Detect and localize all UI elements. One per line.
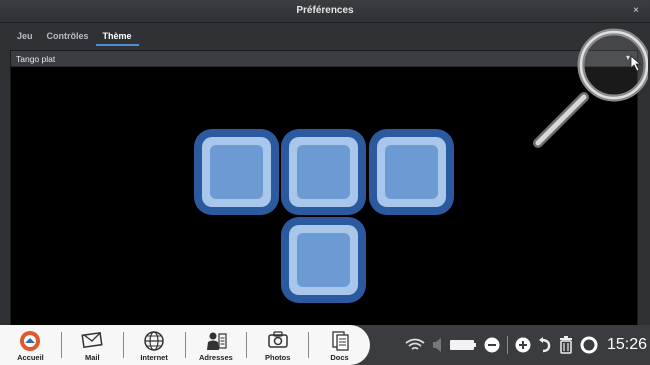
globe-icon [144,331,164,351]
dock-label-internet: Internet [140,353,168,362]
dock-label-adresses: Adresses [199,353,233,362]
dock-item-adresses[interactable]: Adresses [185,325,246,365]
tab-theme[interactable]: Thème [95,30,139,46]
tab-bar: Jeu Contrôles Thème [10,30,139,46]
tray-separator [507,336,508,354]
window-titlebar: Préférences × [0,0,650,23]
documents-icon [331,331,349,351]
theme-select-value: Tango plat [16,54,56,64]
preview-block [369,129,454,215]
zoom-out-icon[interactable] [484,337,500,353]
trash-icon[interactable] [559,336,573,354]
dock-label-docs: Docs [330,353,349,362]
mail-icon [81,331,103,348]
preview-block [281,129,366,215]
system-tray: 15:26 [405,325,647,365]
dock-item-docs[interactable]: Docs [309,325,370,365]
undo-icon[interactable] [538,337,552,353]
dock-item-mail[interactable]: Mail [62,325,123,365]
preview-block [281,217,366,303]
dock-label-photos: Photos [265,353,291,362]
tab-controles[interactable]: Contrôles [40,30,96,46]
close-button[interactable]: × [629,4,643,18]
preview-block [194,129,279,215]
app-dock: Accueil Mail Internet Adresses Photos Do… [0,325,370,365]
magnifier-icon [533,28,648,148]
dock-label-accueil: Accueil [17,353,44,362]
clock: 15:26 [607,336,648,353]
camera-icon [267,331,288,348]
help-lifebuoy-icon[interactable] [580,336,598,354]
zoom-in-icon[interactable] [515,337,531,353]
tab-jeu[interactable]: Jeu [10,30,40,46]
volume-icon[interactable] [432,337,442,353]
wifi-icon[interactable] [405,338,425,352]
screen: Préférences × Jeu Contrôles Thème Tango … [0,0,650,365]
dock-item-internet[interactable]: Internet [124,325,185,365]
contacts-icon [206,332,227,350]
dock-item-accueil[interactable]: Accueil [0,325,61,365]
dock-item-photos[interactable]: Photos [247,325,308,365]
dock-label-mail: Mail [84,353,100,362]
window-title: Préférences [296,5,354,16]
battery-icon[interactable] [449,338,477,352]
home-icon [20,331,41,351]
